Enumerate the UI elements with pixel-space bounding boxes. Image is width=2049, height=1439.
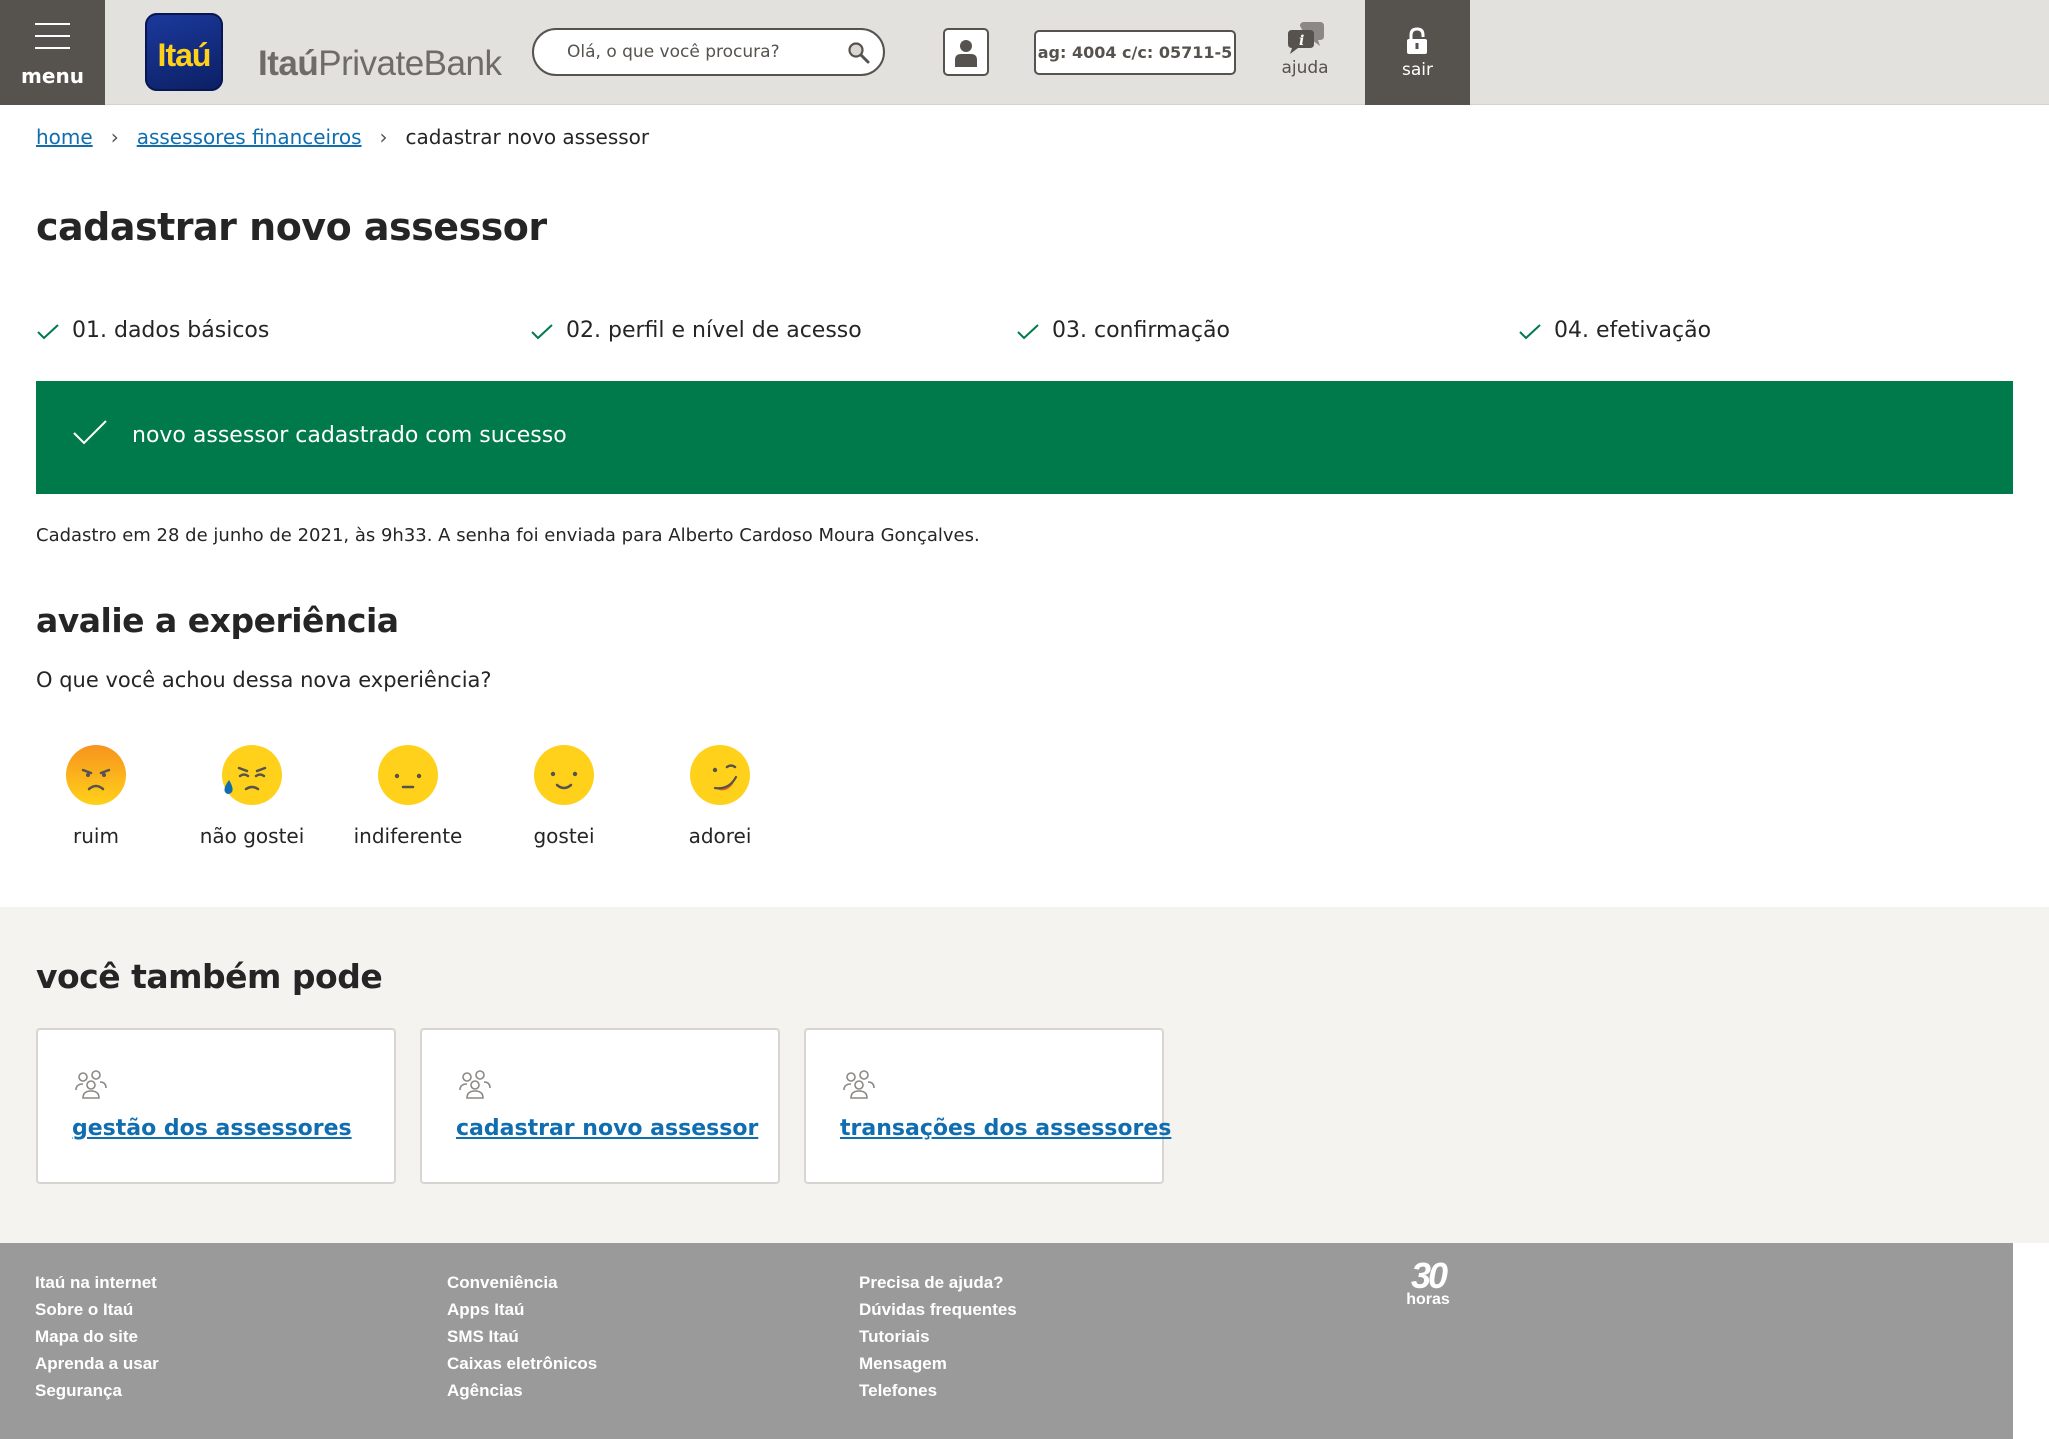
profile-button[interactable] [943,28,989,76]
lock-icon [1407,27,1427,54]
thirty-hours-logo: 30 horas [1404,1255,1452,1308]
footer-link[interactable]: Mapa do site [35,1323,159,1350]
success-message: novo assessor cadastrado com sucesso [132,423,567,448]
card-transacoes-assessores[interactable]: transações dos assessores [804,1028,1171,1184]
brand-name: ItaúPrivateBank [258,44,502,84]
thirty-hours-number: 30 [1410,1255,1448,1296]
rating-label: indiferente [353,824,463,848]
search-icon[interactable] [847,41,871,65]
footer-link[interactable]: Precisa de ajuda? [859,1269,1017,1296]
step-label: 04. efetivação [1554,318,1712,343]
check-icon [73,420,107,445]
footer-link[interactable]: Conveniência [447,1269,597,1296]
rating-option-gostei[interactable]: gostei [494,744,634,854]
footer-link[interactable]: Segurança [35,1377,159,1404]
rating-option-indiferente[interactable]: indiferente [338,744,478,854]
also-section: você também pode gestão dos assessores c… [0,907,2049,1243]
success-banner: novo assessor cadastrado com sucesso [36,381,2013,494]
chevron-right-icon: › [110,125,119,149]
rating-title: avalie a experiência [36,601,399,640]
help-icon: i [1288,22,1324,54]
check-icon [37,324,59,340]
footer-link[interactable]: Dúvidas frequentes [859,1296,1017,1323]
step-label: 02. perfil e nível de acesso [566,318,862,343]
breadcrumb: home › assessores financeiros › cadastrar no… [36,125,649,149]
rating-question: O que você achou dessa nova experiência? [36,668,492,692]
people-icon [75,1070,107,1099]
account-info[interactable]: ag: 4004 c/c: 05711-5 [1034,30,1236,75]
card-label: cadastrar novo assessor [456,1116,759,1141]
menu-button[interactable]: menu [0,0,105,105]
breadcrumb-assessores[interactable]: assessores financeiros [137,125,362,149]
card-label: transações dos assessores [840,1116,1172,1141]
sad-face-icon [222,745,282,805]
breadcrumb-home[interactable]: home [36,125,93,149]
footer: Itaú na internet Sobre o Itaú Mapa do si… [0,1243,2013,1439]
footer-link[interactable]: Itaú na internet [35,1269,159,1296]
chevron-right-icon: › [379,125,388,149]
svg-text:i: i [1299,33,1304,49]
wink-face-icon [690,745,750,805]
step-label: 01. dados básicos [72,318,270,343]
footer-link[interactable]: Caixas eletrônicos [447,1350,597,1377]
card-cadastrar-assessor[interactable]: cadastrar novo assessor [420,1028,780,1184]
brand-name-regular: PrivateBank [318,44,502,83]
brand-name-bold: Itaú [258,44,319,83]
rating-label: adorei [688,824,752,848]
footer-column-3: Precisa de ajuda? Dúvidas frequentes Tut… [859,1269,1017,1404]
check-icon [531,324,553,340]
footer-link[interactable]: Aprenda a usar [35,1350,159,1377]
exit-button[interactable]: sair [1365,0,1470,105]
neutral-face-icon [378,745,438,805]
stepper: 01. dados básicos 02. perfil e nível de … [36,317,2011,349]
rating-option-adorei[interactable]: adorei [650,744,790,854]
footer-link[interactable]: SMS Itaú [447,1323,597,1350]
registration-info: Cadastro em 28 de junho de 2021, às 9h33… [36,525,980,546]
also-title: você também pode [36,957,383,996]
exit-label: sair [1402,60,1433,80]
check-icon [1017,324,1039,340]
rating-label: não gostei [199,824,305,848]
thirty-hours-text: horas [1406,1291,1450,1308]
footer-link[interactable]: Mensagem [859,1350,1017,1377]
itau-logo-text: Itaú [157,37,212,73]
page-title: cadastrar novo assessor [36,205,547,249]
search-input[interactable] [567,40,837,64]
search-box [532,28,885,76]
menu-label: menu [21,64,84,88]
check-icon [1519,324,1541,340]
help-label: ajuda [1281,58,1329,78]
footer-link[interactable]: Apps Itaú [447,1296,597,1323]
footer-link[interactable]: Telefones [859,1377,1017,1404]
people-icon [459,1070,491,1099]
rating-option-ruim[interactable]: ruim [26,744,166,854]
card-gestao-assessores[interactable]: gestão dos assessores [36,1028,396,1184]
footer-link[interactable]: Agências [447,1377,597,1404]
smile-face-icon [534,745,594,805]
rating-option-nao-gostei[interactable]: não gostei [182,744,322,854]
footer-column-2: Conveniência Apps Itaú SMS Itaú Caixas e… [447,1269,597,1404]
top-header: menu Itaú ItaúPrivateBank ag: 4004 c/c: … [0,0,2049,105]
footer-link[interactable]: Tutoriais [859,1323,1017,1350]
help-button[interactable]: i ajuda [1270,20,1340,84]
rating-label: gostei [533,824,595,848]
footer-column-1: Itaú na internet Sobre o Itaú Mapa do si… [35,1269,159,1404]
menu-icon [35,23,70,49]
step-label: 03. confirmação [1052,318,1230,343]
people-icon [843,1070,875,1099]
user-icon [955,40,977,67]
angry-face-icon [66,745,126,805]
rating-label: ruim [73,824,119,848]
card-label: gestão dos assessores [72,1116,352,1141]
footer-link[interactable]: Sobre o Itaú [35,1296,159,1323]
itau-logo[interactable]: Itaú [145,13,223,91]
breadcrumb-current: cadastrar novo assessor [405,125,650,149]
